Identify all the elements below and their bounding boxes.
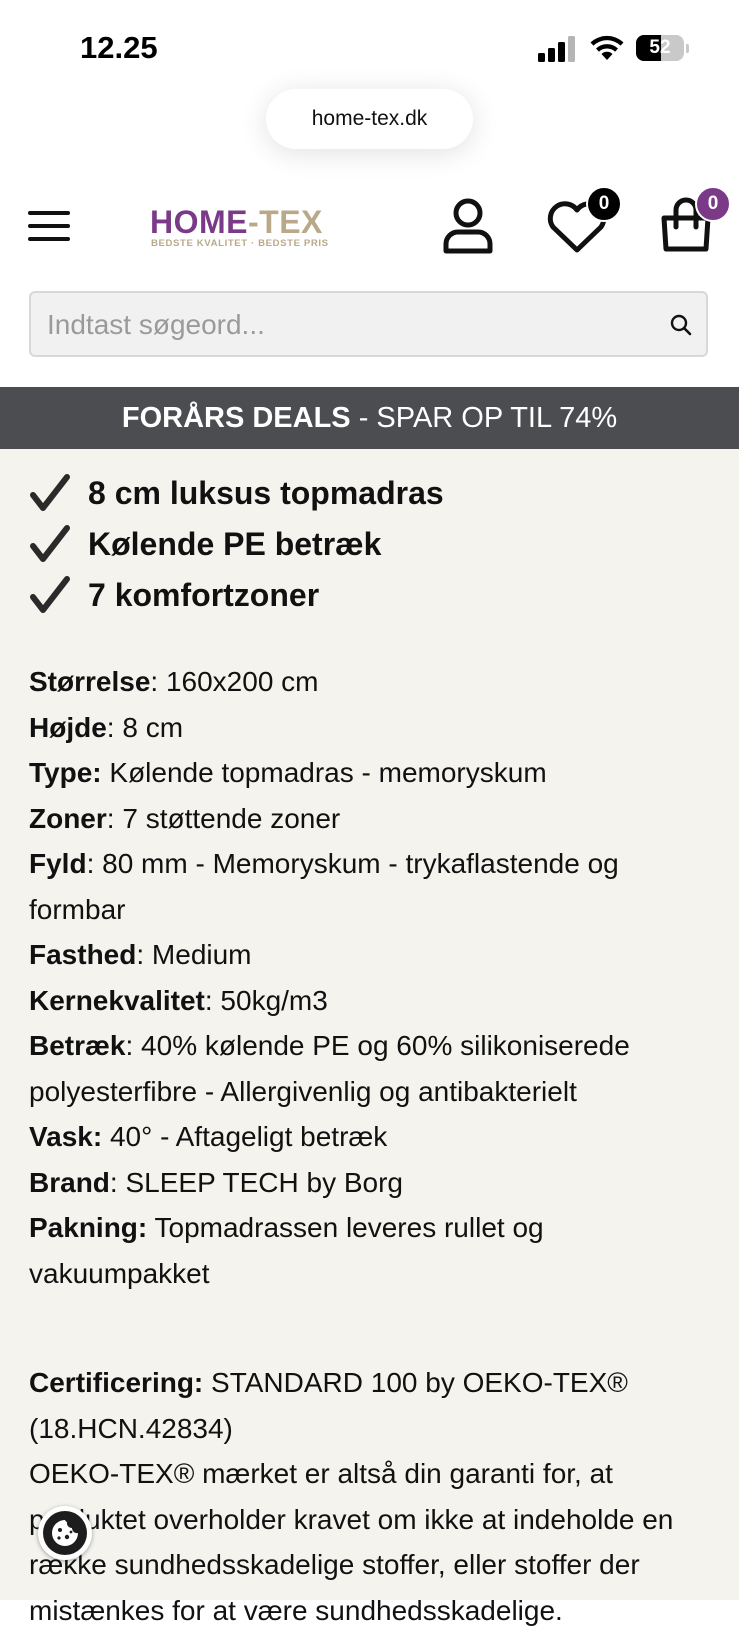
cookie-settings-button[interactable] (38, 1506, 92, 1560)
spec-packing: Pakning: Topmadrassen leveres rullet og … (29, 1212, 544, 1289)
checkmark-icon (30, 576, 70, 613)
search-icon[interactable] (669, 313, 693, 337)
spec-firmness: Fasthed: Medium (29, 939, 252, 970)
wifi-icon (590, 35, 624, 60)
hamburger-menu-icon[interactable] (28, 208, 72, 244)
search-input[interactable] (45, 293, 649, 357)
spec-height: Højde: 8 cm (29, 711, 184, 743)
battery-level: 52 (649, 37, 671, 58)
cookie-icon (52, 1520, 78, 1546)
spec-size: Størrelse: 160x200 cm (29, 666, 319, 697)
battery-icon: 52 (636, 35, 690, 63)
home-tex-logo[interactable]: HOME-TEX BEDSTE KVALITET · BEDSTE PRIS (150, 204, 345, 254)
promo-title: FORÅRS DEALS (121, 402, 351, 434)
search-bar (29, 291, 708, 357)
spec-type: Type: Kølende topmadras - memoryskum (29, 757, 547, 788)
spec-cover: Betræk: 40% kølende PE og 60% silikonise… (29, 1030, 630, 1107)
promo-subtitle: - SPAR OP TIL 74% (350, 402, 618, 434)
spec-filling: Fyld: 80 mm - Memoryskum - trykaflastend… (29, 848, 619, 925)
spec-core-quality: Kernekvalitet: 50kg/m3 (29, 984, 328, 1016)
cart-count-badge: 0 (695, 186, 731, 222)
checkmark-icon (30, 474, 70, 511)
status-bar: 12.25 52 (0, 0, 739, 90)
spec-zones: Zoner: 7 støttende zoner (29, 802, 341, 834)
promo-banner[interactable]: FORÅRS DEALS - SPAR OP TIL 74% (0, 387, 739, 449)
cellular-signal-icon (538, 36, 575, 62)
url-bar[interactable]: home-tex.dk (266, 89, 473, 149)
user-account-icon[interactable] (442, 198, 494, 254)
status-time: 12.25 (80, 30, 158, 65)
certification: Certificering: STANDARD 100 by OEKO-TEX®… (29, 1360, 719, 1633)
spec-list: Størrelse: 160x200 cm Højde: 8 cm Type: … (29, 659, 719, 1296)
certification-text: OEKO-TEX® mærket er altså din garanti fo… (29, 1458, 674, 1626)
wishlist-count-badge: 0 (586, 186, 622, 222)
product-description: 8 cm luksus topmadras Kølende PE betræk … (0, 449, 739, 1626)
spec-brand: Brand: SLEEP TECH by Borg (29, 1166, 404, 1198)
checkmark-icon (30, 525, 70, 562)
certification-line: Certificering: STANDARD 100 by OEKO-TEX®… (29, 1367, 628, 1444)
spec-washing: Vask: 40° - Aftageligt betræk (29, 1121, 388, 1152)
